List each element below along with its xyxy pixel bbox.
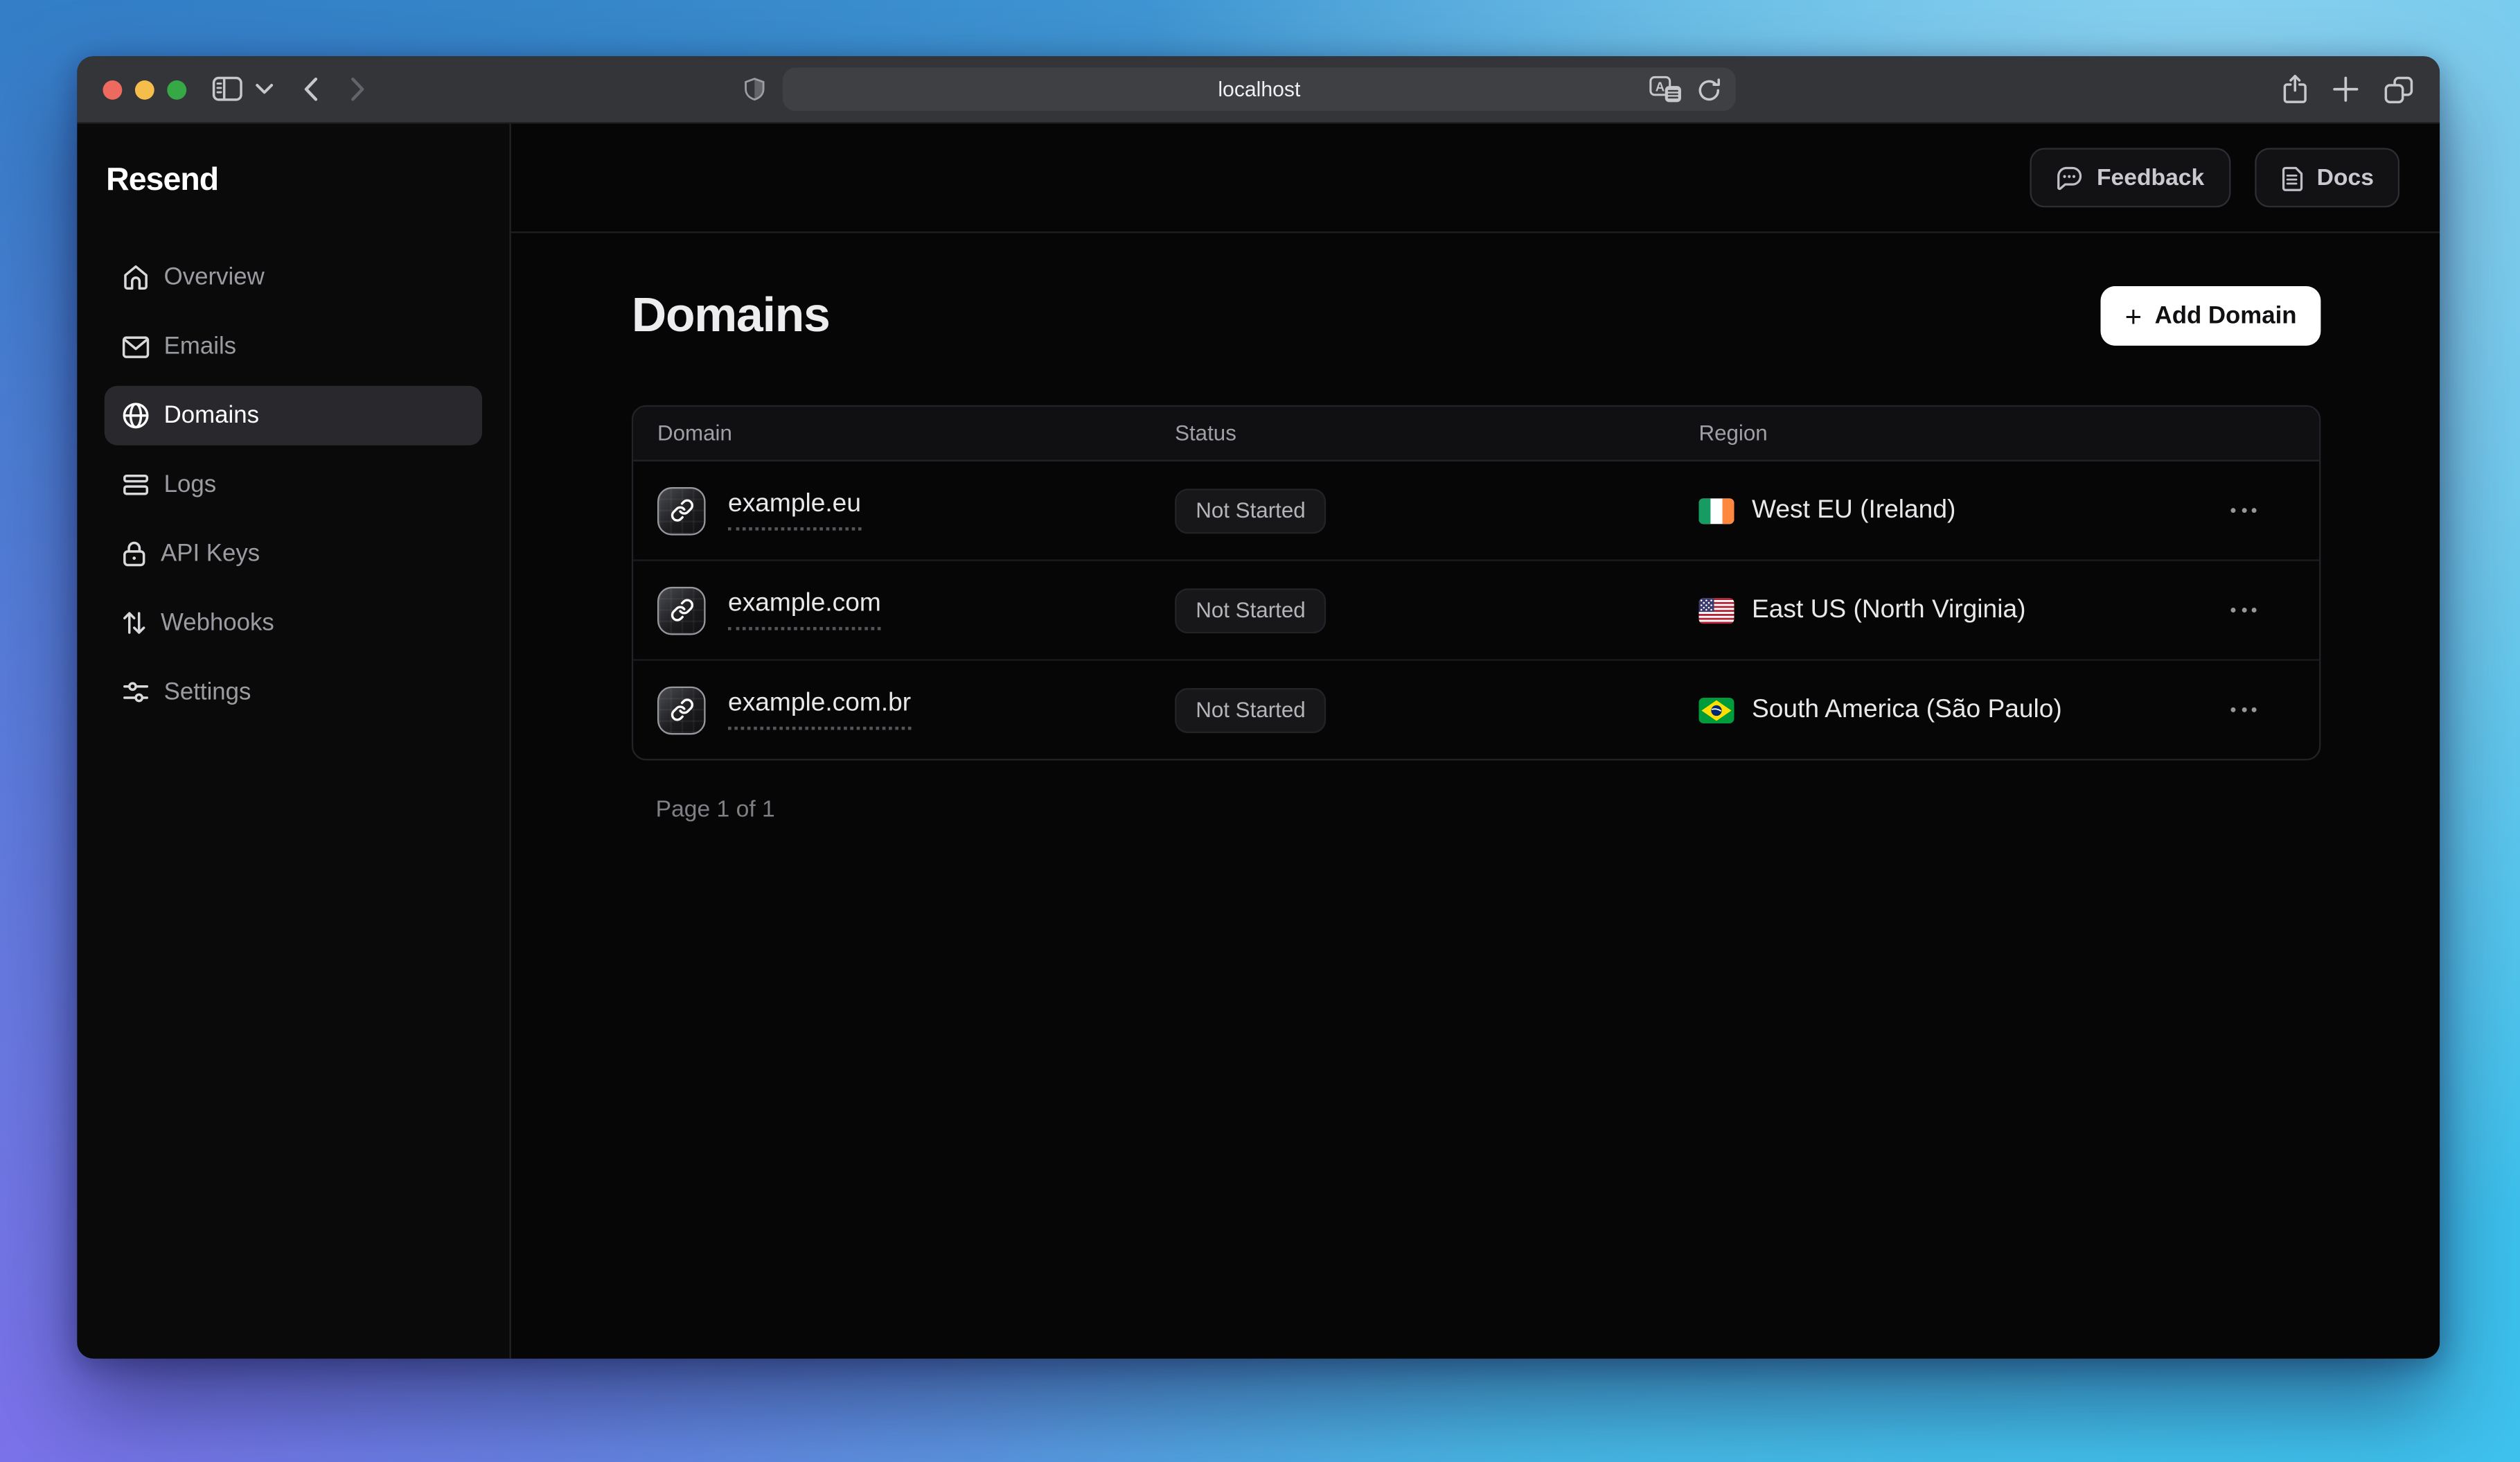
url-text: localhost <box>1218 77 1300 101</box>
privacy-shield-icon[interactable] <box>744 77 765 101</box>
sidebar-item-domains[interactable]: Domains <box>105 386 482 446</box>
toolbar-left-controls <box>212 56 364 122</box>
link-icon <box>657 686 706 734</box>
top-action-bar: Feedback Docs <box>511 124 2440 234</box>
docs-button-label: Docs <box>2317 165 2374 191</box>
envelope-icon <box>122 335 149 358</box>
brazil-flag-icon <box>1698 697 1734 723</box>
sidebar-item-api-keys[interactable]: API Keys <box>105 524 482 583</box>
plus-icon: + <box>2125 301 2142 331</box>
column-header-status: Status <box>1175 421 1698 446</box>
status-badge: Not Started <box>1175 687 1326 732</box>
region-label: East US (North Virginia) <box>1752 596 2025 625</box>
pagination-status: Page 1 of 1 <box>632 798 2321 823</box>
tab-overview-icon[interactable] <box>2384 75 2414 104</box>
column-header-domain: Domain <box>657 421 1175 446</box>
address-bar-icons: A <box>1649 67 1721 111</box>
sidebar-item-label: Webhooks <box>161 609 274 636</box>
globe-icon <box>122 402 149 429</box>
sidebar-item-overview[interactable]: Overview <box>105 247 482 307</box>
sidebar: Resend Overview <box>77 124 511 1359</box>
feedback-button-label: Feedback <box>2097 165 2204 191</box>
domain-link[interactable]: example.eu <box>728 490 861 531</box>
traffic-lights <box>103 80 186 99</box>
region-label: West EU (Ireland) <box>1752 496 1955 525</box>
sidebar-nav: Overview Emails <box>77 247 509 721</box>
page-title: Domains <box>632 288 830 343</box>
status-badge: Not Started <box>1175 588 1326 633</box>
zoom-window-button[interactable] <box>167 80 186 99</box>
close-window-button[interactable] <box>103 80 122 99</box>
translate-icon[interactable]: A <box>1649 76 1683 103</box>
lock-icon <box>122 540 146 567</box>
document-icon <box>2280 165 2302 191</box>
feedback-bubble-icon <box>2055 165 2082 191</box>
desktop: localhost A <box>0 0 2520 1462</box>
arrows-up-down-icon <box>122 609 146 636</box>
table-header-row: Domain Status Region <box>633 407 2319 461</box>
table-row: example.com Not Started <box>633 561 2319 661</box>
sidebar-item-label: Settings <box>164 678 251 705</box>
back-icon[interactable] <box>304 77 319 101</box>
resend-app: Resend Overview <box>77 124 2440 1359</box>
domains-table: Domain Status Region <box>632 405 2321 761</box>
row-menu-icon[interactable] <box>2192 608 2295 613</box>
link-icon <box>657 486 706 535</box>
feedback-button[interactable]: Feedback <box>2030 148 2230 207</box>
add-domain-button-label: Add Domain <box>2155 302 2297 329</box>
sidebar-item-label: Emails <box>164 333 236 360</box>
domains-page: Domains + Add Domain Domain Status Regio… <box>511 286 2440 823</box>
home-icon <box>122 264 149 291</box>
logs-icon <box>122 473 149 497</box>
address-bar[interactable]: localhost A <box>783 67 1736 111</box>
sidebar-toggle-icon[interactable] <box>212 76 242 103</box>
table-row: example.eu Not Started West EU (Ireland) <box>633 461 2319 561</box>
sidebar-item-label: Overview <box>164 264 265 291</box>
ireland-flag-icon <box>1698 497 1734 523</box>
us-flag-icon <box>1698 597 1734 623</box>
domain-link[interactable]: example.com.br <box>728 689 911 730</box>
share-icon[interactable] <box>2282 74 2308 105</box>
docs-button[interactable]: Docs <box>2254 148 2399 207</box>
domain-link[interactable]: example.com <box>728 590 881 631</box>
toolbar-right-controls <box>2282 56 2414 122</box>
sidebar-item-label: Logs <box>164 471 216 498</box>
sidebar-item-label: API Keys <box>161 540 260 567</box>
svg-text:A: A <box>1656 79 1665 94</box>
table-row: example.com.br Not Started Sou <box>633 661 2319 759</box>
sidebar-item-label: Domains <box>164 402 259 429</box>
status-badge: Not Started <box>1175 488 1326 533</box>
chevron-down-icon[interactable] <box>256 84 274 95</box>
sliders-icon <box>122 680 149 704</box>
reload-icon[interactable] <box>1697 76 1721 102</box>
main-panel: Feedback Docs Domains <box>511 124 2440 1359</box>
minimize-window-button[interactable] <box>135 80 154 99</box>
sidebar-item-webhooks[interactable]: Webhooks <box>105 593 482 653</box>
add-domain-button[interactable]: + Add Domain <box>2101 286 2321 346</box>
new-tab-icon[interactable] <box>2332 76 2359 103</box>
sidebar-item-emails[interactable]: Emails <box>105 317 482 376</box>
link-icon <box>657 586 706 635</box>
browser-window: localhost A <box>77 56 2440 1358</box>
browser-toolbar: localhost A <box>77 56 2440 123</box>
row-menu-icon[interactable] <box>2192 707 2295 712</box>
sidebar-item-logs[interactable]: Logs <box>105 455 482 515</box>
row-menu-icon[interactable] <box>2192 508 2295 513</box>
region-label: South America (São Paulo) <box>1752 695 2062 724</box>
resend-logo: Resend <box>106 162 509 199</box>
column-header-region: Region <box>1698 421 2192 446</box>
forward-icon[interactable] <box>351 77 365 101</box>
sidebar-item-settings[interactable]: Settings <box>105 662 482 722</box>
